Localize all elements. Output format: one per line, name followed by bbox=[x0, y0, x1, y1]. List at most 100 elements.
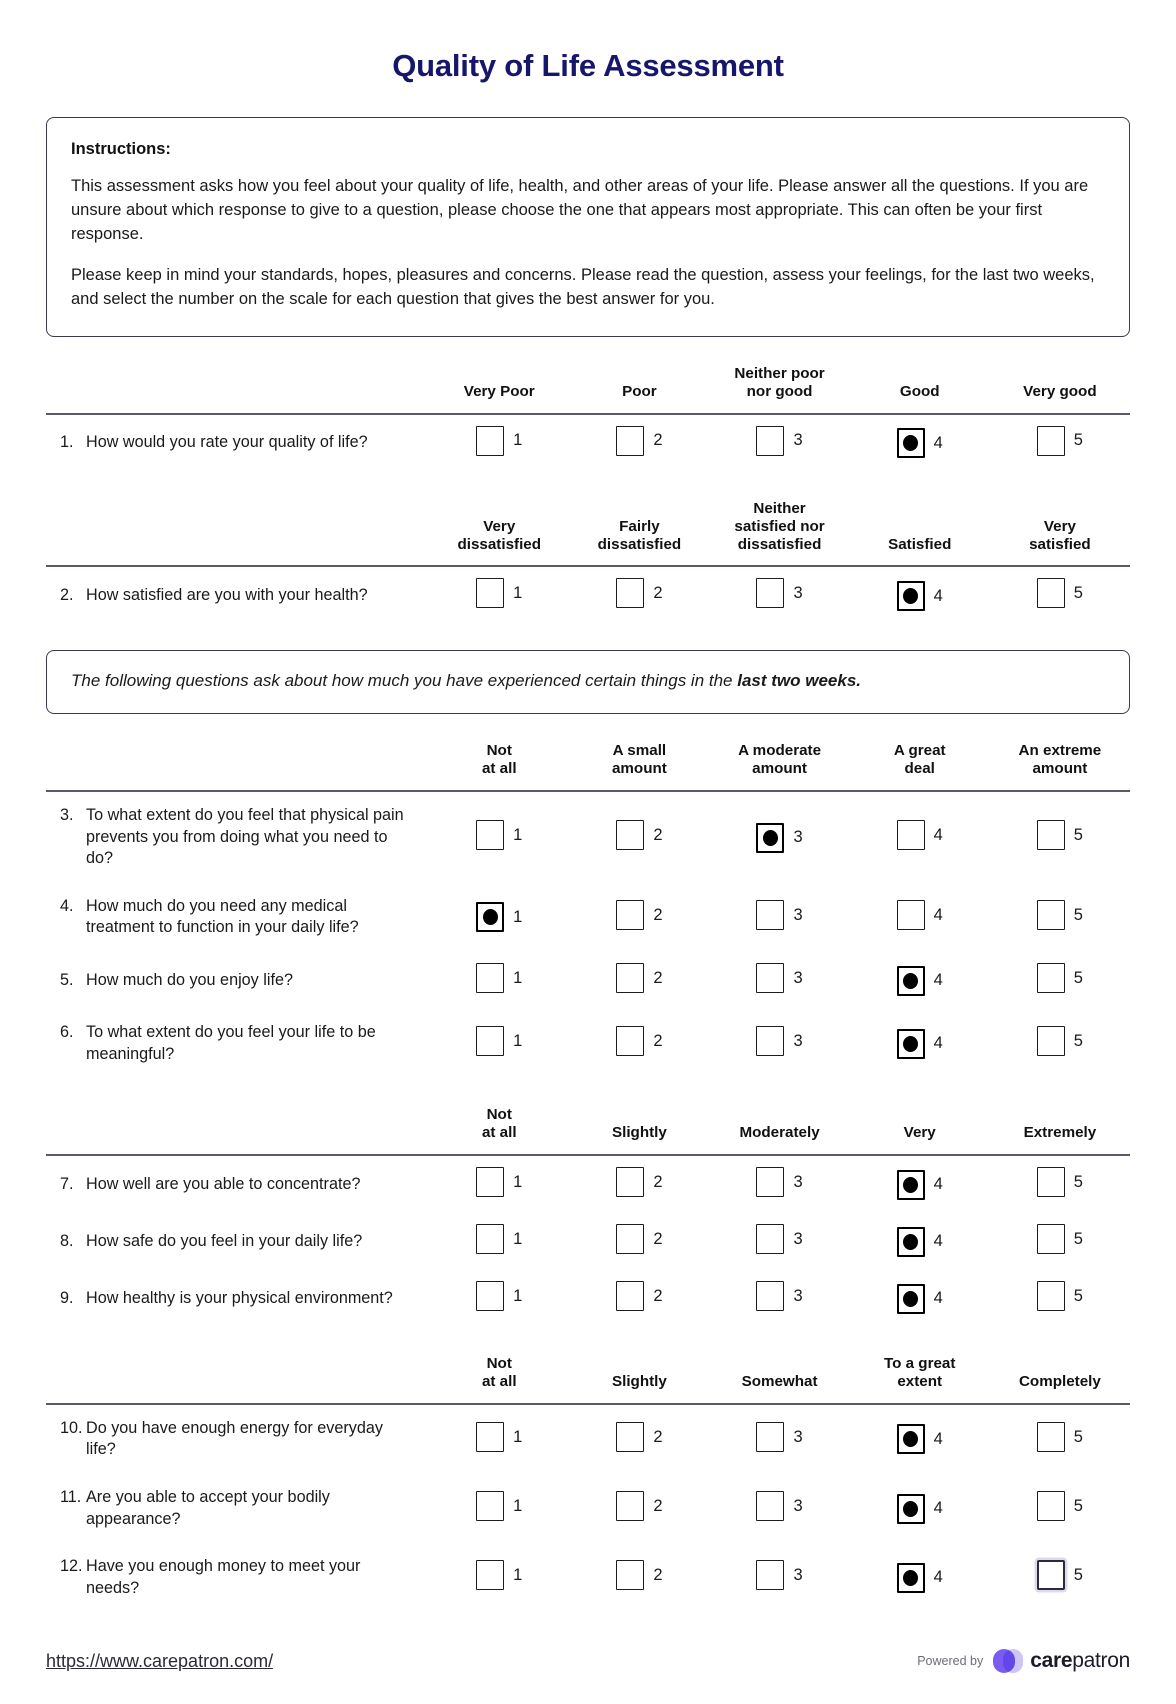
option-checkbox[interactable] bbox=[756, 1560, 785, 1591]
option-checkbox[interactable] bbox=[476, 578, 505, 609]
option-checkbox[interactable] bbox=[1036, 1421, 1065, 1452]
option-checkbox[interactable] bbox=[1036, 1491, 1065, 1522]
option-number-label: 4 bbox=[933, 1034, 943, 1053]
option-checkbox[interactable] bbox=[896, 820, 925, 851]
option-checkbox[interactable] bbox=[1036, 425, 1065, 456]
option-checkbox[interactable] bbox=[896, 1424, 925, 1455]
option-cell: 3 bbox=[709, 1474, 849, 1543]
scale-header-label: Slightly bbox=[569, 1100, 710, 1156]
option-checkbox[interactable] bbox=[756, 1167, 785, 1197]
option-checkbox[interactable] bbox=[756, 1026, 785, 1057]
option-checkbox[interactable] bbox=[616, 820, 645, 851]
checked-dot-icon bbox=[903, 587, 919, 604]
option-checkbox[interactable] bbox=[616, 425, 645, 456]
option-checkbox[interactable] bbox=[756, 963, 785, 994]
option-wrapper: 4 bbox=[896, 1226, 943, 1257]
option-checkbox[interactable] bbox=[1036, 899, 1065, 930]
option-checkbox[interactable] bbox=[1036, 1560, 1065, 1591]
option-wrapper: 2 bbox=[616, 899, 663, 930]
option-checkbox[interactable] bbox=[476, 1281, 505, 1311]
option-checkbox[interactable] bbox=[616, 1224, 645, 1254]
option-checkbox[interactable] bbox=[896, 1169, 925, 1200]
option-checkbox[interactable] bbox=[756, 578, 785, 609]
option-cell: 3 bbox=[709, 1009, 849, 1078]
option-checkbox[interactable] bbox=[756, 1421, 785, 1452]
option-checkbox[interactable] bbox=[1036, 1167, 1065, 1197]
option-number-label: 3 bbox=[793, 584, 803, 603]
option-checkbox[interactable] bbox=[756, 1224, 785, 1254]
option-checkbox[interactable] bbox=[756, 1281, 785, 1311]
option-checkbox[interactable] bbox=[476, 1560, 505, 1591]
option-checkbox[interactable] bbox=[896, 1283, 925, 1314]
question-text-cell: 8. How safe do you feel in your daily lif… bbox=[46, 1213, 429, 1270]
option-checkbox[interactable] bbox=[616, 578, 645, 609]
option-number-label: 3 bbox=[793, 1172, 803, 1191]
option-checkbox[interactable] bbox=[1036, 963, 1065, 994]
option-checkbox[interactable] bbox=[616, 1281, 645, 1311]
option-checkbox[interactable] bbox=[896, 1226, 925, 1257]
option-number-label: 1 bbox=[513, 825, 523, 844]
option-checkbox[interactable] bbox=[616, 1491, 645, 1522]
option-checkbox[interactable] bbox=[616, 1167, 645, 1197]
option-checkbox[interactable] bbox=[756, 1491, 785, 1522]
option-cell: 5 bbox=[990, 414, 1130, 472]
option-checkbox[interactable] bbox=[476, 425, 505, 456]
option-number-label: 3 bbox=[793, 431, 803, 450]
option-number-label: 4 bbox=[933, 971, 943, 990]
question-label: How would you rate your quality of life? bbox=[86, 433, 368, 452]
option-checkbox[interactable] bbox=[1036, 820, 1065, 851]
option-checkbox[interactable] bbox=[476, 1167, 505, 1197]
option-checkbox[interactable] bbox=[756, 822, 785, 853]
option-checkbox[interactable] bbox=[1036, 1026, 1065, 1057]
option-checkbox[interactable] bbox=[616, 963, 645, 994]
option-wrapper: 1 bbox=[476, 820, 523, 851]
option-number-label: 1 bbox=[513, 1496, 523, 1515]
option-checkbox[interactable] bbox=[476, 1224, 505, 1254]
option-checkbox[interactable] bbox=[616, 1026, 645, 1057]
scale-header-label: Neither poor nor good bbox=[709, 358, 850, 415]
option-checkbox[interactable] bbox=[756, 899, 785, 930]
option-checkbox[interactable] bbox=[896, 1562, 925, 1593]
option-cell: 3 bbox=[709, 1270, 849, 1327]
option-number-label: 2 bbox=[653, 584, 663, 603]
checked-dot-icon bbox=[903, 1035, 919, 1052]
option-cell: 5 bbox=[990, 883, 1130, 952]
carepatron-url-link[interactable]: https://www.carepatron.com/ bbox=[46, 1651, 273, 1672]
question-row: 1. How would you rate your quality of lif… bbox=[46, 414, 1130, 472]
page-footer: https://www.carepatron.com/ Powered by c… bbox=[46, 1646, 1130, 1704]
option-checkbox[interactable] bbox=[476, 820, 505, 851]
scale-header-label: Very dissatisfied bbox=[429, 493, 570, 568]
option-wrapper: 5 bbox=[1036, 963, 1083, 994]
question-row: 10. Do you have enough energy for everyda… bbox=[46, 1404, 1130, 1474]
option-checkbox[interactable] bbox=[896, 580, 925, 611]
option-cell: 2 bbox=[569, 1213, 709, 1270]
option-checkbox[interactable] bbox=[476, 902, 505, 933]
option-number-label: 5 bbox=[1073, 1565, 1083, 1584]
option-checkbox[interactable] bbox=[896, 1028, 925, 1059]
option-checkbox[interactable] bbox=[896, 965, 925, 996]
option-wrapper: 3 bbox=[756, 578, 803, 609]
option-wrapper: 3 bbox=[756, 1560, 803, 1591]
option-checkbox[interactable] bbox=[896, 1493, 925, 1524]
option-checkbox[interactable] bbox=[896, 899, 925, 930]
option-checkbox[interactable] bbox=[896, 428, 925, 459]
option-checkbox[interactable] bbox=[476, 963, 505, 994]
option-checkbox[interactable] bbox=[616, 899, 645, 930]
option-wrapper: 1 bbox=[476, 1281, 522, 1311]
scale-table: Very Poor Poor Neither poor nor good Good Ver… bbox=[46, 358, 1130, 472]
option-checkbox[interactable] bbox=[1036, 1224, 1065, 1254]
option-wrapper: 3 bbox=[756, 1491, 803, 1522]
question-row: 11. Are you able to accept your bodily ap… bbox=[46, 1474, 1130, 1543]
option-checkbox[interactable] bbox=[616, 1560, 645, 1591]
option-checkbox[interactable] bbox=[476, 1026, 505, 1057]
question-number: 2. bbox=[60, 586, 74, 605]
scale-header-spacer bbox=[46, 358, 430, 415]
option-checkbox[interactable] bbox=[1036, 1281, 1065, 1311]
option-number-label: 1 bbox=[513, 1031, 523, 1050]
option-checkbox[interactable] bbox=[476, 1421, 505, 1452]
scale-header-label: Poor bbox=[569, 358, 710, 415]
option-checkbox[interactable] bbox=[616, 1421, 645, 1452]
option-checkbox[interactable] bbox=[476, 1491, 505, 1522]
option-checkbox[interactable] bbox=[756, 425, 785, 456]
option-checkbox[interactable] bbox=[1036, 578, 1065, 609]
